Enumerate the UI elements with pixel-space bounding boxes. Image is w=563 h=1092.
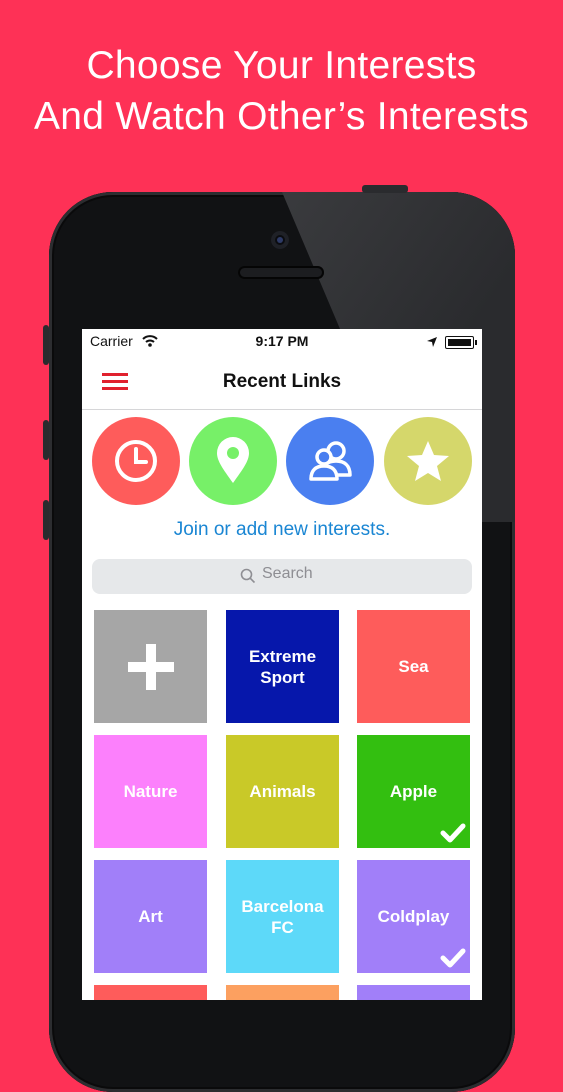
- app-screen: Carrier 9:17 PM Recent Links Join or add…: [82, 329, 482, 1000]
- people-icon: [309, 441, 352, 481]
- search-input[interactable]: [260, 564, 414, 584]
- interest-tile[interactable]: [94, 985, 207, 1000]
- interest-tile[interactable]: Apple: [357, 735, 470, 848]
- headline-line-1: Choose Your Interests: [86, 44, 477, 87]
- interest-tile[interactable]: Sea: [357, 610, 470, 723]
- search-bar[interactable]: [92, 559, 472, 594]
- interest-tile[interactable]: Animals: [226, 735, 339, 848]
- nearby-button[interactable]: [189, 417, 277, 505]
- battery-icon: [445, 336, 477, 349]
- interest-label: Sea: [398, 657, 429, 676]
- star-icon: [407, 441, 449, 481]
- location-pin-icon: [217, 437, 249, 483]
- interest-tile[interactable]: Nature: [94, 735, 207, 848]
- interest-tile[interactable]: Extreme Sport: [226, 610, 339, 723]
- add-interest-tile[interactable]: [94, 610, 207, 723]
- interest-label: Barcelona FC: [241, 896, 324, 937]
- page-title: Recent Links: [222, 371, 342, 392]
- navigation-bar: Recent Links: [82, 353, 482, 410]
- plus-icon: [127, 643, 174, 690]
- volume-down-button: [43, 500, 49, 540]
- power-button: [362, 185, 408, 193]
- favorites-button[interactable]: [384, 417, 472, 505]
- interest-label: Coldplay: [377, 907, 450, 926]
- promo-headline: Choose Your Interests And Watch Other’s …: [0, 40, 563, 142]
- clock-icon: [115, 440, 157, 482]
- interest-tile[interactable]: [226, 985, 339, 1000]
- earpiece-speaker: [238, 266, 324, 279]
- headline-line-2: And Watch Other’s Interests: [33, 95, 530, 138]
- mute-switch: [43, 325, 49, 365]
- interest-label: Nature: [123, 782, 178, 801]
- friends-button[interactable]: [286, 417, 374, 505]
- interest-tile[interactable]: [357, 985, 470, 1000]
- checkmark-icon: [440, 948, 466, 968]
- interest-label: Animals: [249, 782, 316, 801]
- interest-label: Art: [138, 907, 163, 926]
- join-interests-link[interactable]: Join or add new interests.: [82, 519, 482, 541]
- interest-label: Extreme Sport: [248, 646, 317, 687]
- interest-label: Apple: [389, 782, 438, 801]
- volume-up-button: [43, 420, 49, 460]
- checkmark-icon: [440, 823, 466, 843]
- interest-tile[interactable]: Coldplay: [357, 860, 470, 973]
- interest-tile[interactable]: Art: [94, 860, 207, 973]
- status-time: 9:17 PM: [255, 333, 309, 349]
- recent-button[interactable]: [92, 417, 180, 505]
- quick-actions: [92, 417, 472, 507]
- location-arrow-icon: [427, 337, 437, 347]
- interest-tile[interactable]: Barcelona FC: [226, 860, 339, 973]
- front-camera: [271, 231, 289, 249]
- status-bar: Carrier 9:17 PM: [82, 329, 482, 353]
- search-icon: [240, 568, 256, 584]
